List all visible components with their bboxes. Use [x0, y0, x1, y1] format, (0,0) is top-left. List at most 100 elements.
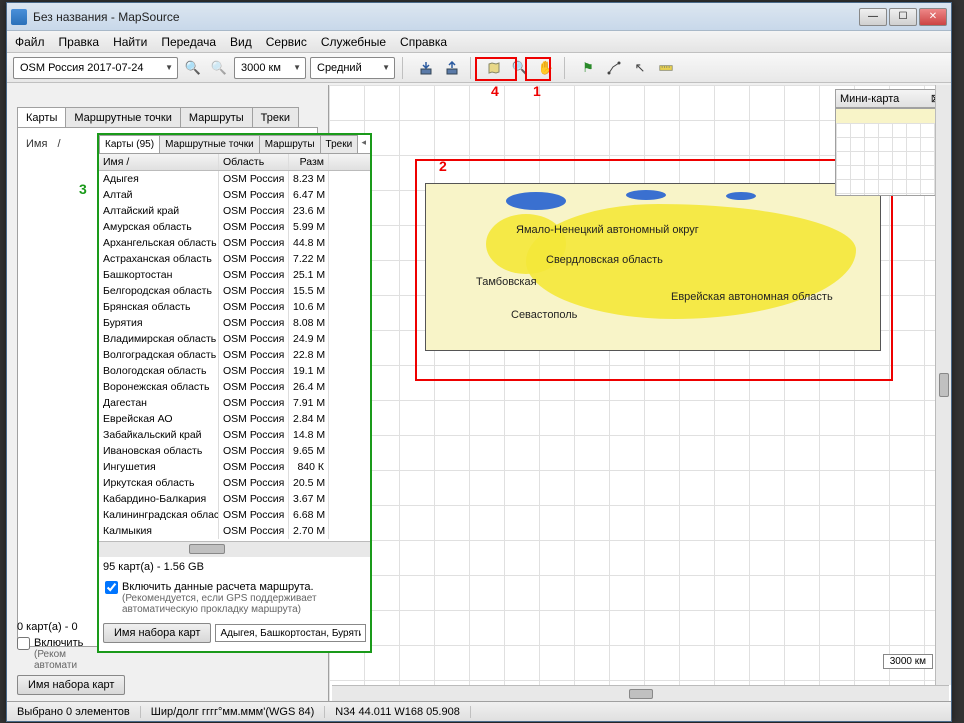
map-vscrollbar[interactable]	[935, 85, 951, 685]
table-row[interactable]: Амурская областьOSM Россия5.99 М	[99, 219, 370, 235]
table-row[interactable]: Архангельская областьOSM Россия44.8 М	[99, 235, 370, 251]
tab-maps[interactable]: Карты	[17, 107, 66, 128]
table-row[interactable]: Белгородская областьOSM Россия15.5 М	[99, 283, 370, 299]
maps-summary: 95 карт(а) - 1.56 GB	[99, 557, 370, 577]
col-name[interactable]: Имя	[26, 138, 47, 150]
include-route-checkbox-bg[interactable]	[17, 637, 30, 650]
hand-tool-icon[interactable]: ✋	[535, 57, 557, 79]
menubar: Файл Правка Найти Передача Вид Сервис Сл…	[7, 31, 951, 53]
app-icon	[11, 9, 27, 25]
float-collapse-icon[interactable]: ◂	[361, 137, 366, 148]
table-row[interactable]: Волгоградская областьOSM Россия22.8 М	[99, 347, 370, 363]
status-selection: Выбрано 0 элементов	[7, 706, 141, 718]
table-row[interactable]: Владимирская областьOSM Россия24.9 М	[99, 331, 370, 347]
sort-indicator: /	[57, 138, 60, 150]
menu-util[interactable]: Служебные	[321, 35, 386, 49]
table-row[interactable]: Иркутская областьOSM Россия20.5 М	[99, 475, 370, 491]
minimize-button[interactable]: —	[859, 8, 887, 26]
table-row[interactable]: Воронежская областьOSM Россия26.4 М	[99, 379, 370, 395]
map-label: Свердловская область	[546, 254, 663, 266]
statusbar: Выбрано 0 элементов Шир/долг гггг°мм.ммм…	[7, 701, 951, 721]
selection-tool-icon[interactable]: ↖	[629, 57, 651, 79]
table-row[interactable]: Еврейская АОOSM Россия2.84 М	[99, 411, 370, 427]
status-format: Шир/долг гггг°мм.ммм'(WGS 84)	[141, 706, 326, 718]
table-row[interactable]: КалмыкияOSM Россия2.70 М	[99, 523, 370, 539]
table-row[interactable]: Вологодская областьOSM Россия19.1 М	[99, 363, 370, 379]
route-tool-icon[interactable]	[603, 57, 625, 79]
table-row[interactable]: Ивановская областьOSM Россия9.65 М	[99, 443, 370, 459]
float-tab-tracks[interactable]: Треки	[320, 135, 359, 153]
include-hint2: автомати	[34, 660, 83, 671]
menu-find[interactable]: Найти	[113, 35, 147, 49]
maps-grid[interactable]: Имя / Область Разм АдыгеяOSM Россия8.23 …	[99, 154, 370, 557]
titlebar: Без названия - MapSource — ☐ ✕	[7, 3, 951, 31]
zoom-tool-icon[interactable]: 🔍	[509, 57, 531, 79]
table-row[interactable]: Астраханская областьOSM Россия7.22 М	[99, 251, 370, 267]
measure-tool-icon[interactable]	[655, 57, 677, 79]
table-row[interactable]: АлтайOSM Россия6.47 М	[99, 187, 370, 203]
table-row[interactable]: БашкортостанOSM Россия25.1 М	[99, 267, 370, 283]
tab-waypoints[interactable]: Маршрутные точки	[65, 107, 181, 128]
menu-edit[interactable]: Правка	[59, 35, 100, 49]
table-row[interactable]: Алтайский крайOSM Россия23.6 М	[99, 203, 370, 219]
send-to-device-icon[interactable]	[441, 57, 463, 79]
menu-help[interactable]: Справка	[400, 35, 447, 49]
maximize-button[interactable]: ☐	[889, 8, 917, 26]
include-label: Включить данные расчета маршрута.	[122, 581, 364, 593]
float-tab-maps[interactable]: Карты (95)	[99, 135, 160, 153]
grid-col-size[interactable]: Разм	[289, 154, 329, 170]
table-row[interactable]: АдыгеяOSM Россия8.23 М	[99, 171, 370, 187]
zoom-in-icon[interactable]: 🔍	[182, 57, 204, 79]
menu-service[interactable]: Сервис	[266, 35, 307, 49]
table-row[interactable]: ИнгушетияOSM Россия840 К	[99, 459, 370, 475]
menu-file[interactable]: Файл	[15, 35, 45, 49]
receive-from-device-icon[interactable]	[415, 57, 437, 79]
tab-tracks[interactable]: Треки	[252, 107, 299, 128]
minimap-canvas[interactable]	[835, 108, 945, 196]
minimap-panel: Мини-карта ⊠	[835, 89, 945, 196]
table-row[interactable]: Забайкальский крайOSM Россия14.8 М	[99, 427, 370, 443]
grid-col-area[interactable]: Область	[219, 154, 289, 170]
float-tab-routes[interactable]: Маршруты	[259, 135, 321, 153]
waypoint-tool-icon[interactable]: ⚑	[577, 57, 599, 79]
detail-combo[interactable]: Средний	[310, 57, 395, 79]
include-label-bg: Включить	[34, 637, 83, 649]
table-row[interactable]: Калининградская областьOSM Россия6.68 М	[99, 507, 370, 523]
grid-col-name[interactable]: Имя	[103, 156, 123, 168]
close-button[interactable]: ✕	[919, 8, 947, 26]
minimap-title: Мини-карта	[840, 93, 899, 105]
app-window: Без названия - MapSource — ☐ ✕ Файл Прав…	[6, 2, 952, 722]
setname-button-bg[interactable]: Имя набора карт	[17, 675, 125, 695]
annotation-1: 1	[533, 83, 541, 99]
map-label: Севастополь	[511, 309, 577, 321]
table-row[interactable]: БурятияOSM Россия8.08 М	[99, 315, 370, 331]
scale-indicator: 3000 км	[883, 654, 933, 669]
scale-combo[interactable]: 3000 км	[234, 57, 306, 79]
product-combo[interactable]: OSM Россия 2017-07-24	[13, 57, 178, 79]
map-label: Тамбовская	[476, 276, 537, 288]
float-maps-panel: ◂ Карты (95) Маршрутные точки Маршруты Т…	[97, 133, 372, 653]
grid-hscrollbar[interactable]	[99, 541, 370, 557]
annotation-2: 2	[439, 158, 447, 174]
map-label: Еврейская автономная область	[671, 291, 833, 303]
include-hint: (Рекомендуется, если GPS поддерживает ав…	[122, 593, 364, 615]
include-hint1: (Реком	[34, 649, 83, 660]
map-label: Ямало-Ненецкий автономный округ	[516, 224, 699, 236]
map-selection-area[interactable]: Ямало-Ненецкий автономный округ Свердловс…	[425, 183, 881, 351]
table-row[interactable]: Брянская областьOSM Россия10.6 М	[99, 299, 370, 315]
map-tool-icon[interactable]	[483, 57, 505, 79]
menu-transfer[interactable]: Передача	[161, 35, 216, 49]
table-row[interactable]: Кабардино-БалкарияOSM Россия3.67 М	[99, 491, 370, 507]
table-row[interactable]: ДагестанOSM Россия7.91 М	[99, 395, 370, 411]
float-tab-waypoints[interactable]: Маршрутные точки	[159, 135, 260, 153]
annotation-3: 3	[79, 181, 87, 197]
setname-button[interactable]: Имя набора карт	[103, 623, 211, 643]
map-pane[interactable]: Ямало-Ненецкий автономный округ Свердловс…	[329, 85, 951, 701]
include-route-checkbox[interactable]	[105, 581, 118, 594]
menu-view[interactable]: Вид	[230, 35, 252, 49]
toolbar: OSM Россия 2017-07-24 🔍 🔍 3000 км Средни…	[7, 53, 951, 83]
setname-input[interactable]	[215, 624, 366, 642]
zoom-out-icon[interactable]: 🔍	[208, 57, 230, 79]
map-hscrollbar[interactable]	[332, 685, 949, 701]
tab-routes[interactable]: Маршруты	[180, 107, 253, 128]
